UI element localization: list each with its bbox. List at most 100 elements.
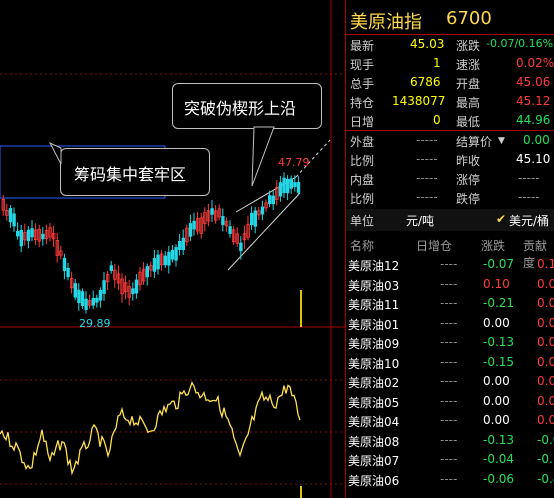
row-daily-add: ---- <box>440 257 458 271</box>
row-contribution: -0.0 <box>537 432 554 447</box>
quote-row-outer: 外盘 ----- 结算价 ▼ 0.00 <box>346 132 554 150</box>
row-name: 美原油08 <box>348 434 400 449</box>
candle-body <box>267 195 272 204</box>
unit-label: 单位 <box>350 214 375 228</box>
settle-dropdown-icon[interactable]: ▼ <box>498 136 505 146</box>
row-name: 美原油05 <box>348 395 400 410</box>
candle-body <box>77 289 81 304</box>
candle-body <box>66 267 70 278</box>
row-daily-add: ---- <box>440 335 458 349</box>
candle-body <box>30 228 34 238</box>
instrument-title: 美原油指 6700 <box>346 6 554 34</box>
candle-body <box>145 266 149 278</box>
row-contribution: 0.0 <box>537 374 554 388</box>
limit-up-value: ----- <box>518 171 540 185</box>
candle-body <box>73 283 77 298</box>
component-table-header: 名称 日增仓 涨跌 贡献度 <box>346 236 554 270</box>
candle-body <box>95 297 99 303</box>
table-row[interactable]: 美原油09 ---- -0.13 0.0 <box>346 333 554 352</box>
table-row[interactable]: 美原油03 ---- 0.10 0.0 <box>346 275 554 294</box>
quote-row-open-interest: 持仓 1438077 最高 45.12 <box>346 93 554 111</box>
kline-chart[interactable]: 29.89 47.79 <box>0 0 345 498</box>
row-daily-add: ---- <box>440 296 458 310</box>
high-value: 45.12 <box>516 94 551 108</box>
volume-now-value: 1 <box>433 56 441 70</box>
candle-body <box>84 298 88 311</box>
row-change: -0.07 <box>483 257 515 271</box>
unit-value[interactable]: 元/吨 <box>406 212 434 229</box>
row-daily-add: ---- <box>440 432 458 447</box>
row-name: 美原油07 <box>348 454 400 468</box>
candle-body <box>8 208 13 223</box>
checkmark-icon[interactable]: ✔ <box>496 212 506 226</box>
row-daily-add: ---- <box>440 354 458 369</box>
candle-body <box>156 254 160 270</box>
row-contribution: 0.0 <box>537 315 554 330</box>
table-row[interactable]: 美原油10 ---- -0.15 0.0 <box>346 353 554 372</box>
open-interest-value: 1438077 <box>392 94 446 108</box>
daily-add-label: 日增 <box>350 115 375 129</box>
candle-body <box>62 257 67 271</box>
table-row[interactable]: 美原油08 ---- -0.13 -0.0 <box>346 431 554 450</box>
settle-label[interactable]: 结算价 <box>456 133 492 150</box>
table-row[interactable]: 美原油02 ---- 0.00 0.0 <box>346 372 554 391</box>
candle-body <box>181 237 185 251</box>
change-value: -0.07/0.16% <box>486 37 554 50</box>
candle-body <box>91 297 95 306</box>
row-contribution: -0.4 <box>537 471 554 486</box>
open-label: 开盘 <box>456 77 481 91</box>
col-change[interactable]: 涨跌 <box>481 237 505 254</box>
table-row[interactable]: 美原油04 ---- 0.00 0.0 <box>346 411 554 430</box>
candle-body <box>19 230 23 247</box>
oscillator-line <box>0 380 301 476</box>
row-daily-add: ---- <box>440 315 458 330</box>
quote-panel: 美原油指 6700 最新 45.03 涨跌 -0.07/0.16% 现手 1 速… <box>345 0 554 498</box>
candle-body <box>98 290 103 301</box>
unit-alt-option[interactable]: 美元/桶 <box>509 212 549 229</box>
table-row[interactable]: 美原油12 ---- -0.07 0.1 <box>346 255 554 274</box>
limit-up-label: 涨停 <box>456 173 481 187</box>
table-row[interactable]: 美原油11 ---- -0.21 0.0 <box>346 294 554 313</box>
low-price-label: 29.89 <box>79 317 111 330</box>
col-daily-add[interactable]: 日增仓 <box>416 237 452 254</box>
table-row[interactable]: 美原油07 ---- -0.04 -0.1 <box>346 450 554 469</box>
quote-row-latest: 最新 45.03 涨跌 -0.07/0.16% <box>346 36 554 54</box>
candle-body <box>170 249 175 260</box>
volume-now-label: 现手 <box>350 58 375 72</box>
candle-body <box>174 247 178 261</box>
row-name: 美原油03 <box>348 278 400 293</box>
ratio2-label: 比例 <box>350 192 375 206</box>
prev-close-value: 45.10 <box>516 152 551 166</box>
row-change: -0.15 <box>483 354 515 369</box>
limit-down-value: ----- <box>518 190 540 204</box>
low-value: 44.96 <box>516 113 551 127</box>
candle-body <box>102 280 106 294</box>
row-contribution: 0.0 <box>537 354 554 369</box>
speed-label: 速涨 <box>456 58 481 72</box>
quote-row-ratio2: 比例 ----- 跌停 ----- <box>346 189 554 207</box>
candle-body <box>152 258 157 272</box>
row-contribution: 0.1 <box>537 257 554 271</box>
row-contribution: 0.0 <box>537 335 554 349</box>
row-daily-add: ---- <box>440 471 458 486</box>
table-row[interactable]: 美原油05 ---- 0.00 0.0 <box>346 392 554 411</box>
consolidation-callout-text: 筹码集中套牢区 <box>74 165 187 184</box>
table-row[interactable]: 美原油06 ---- -0.06 -0.4 <box>346 470 554 489</box>
breakout-callout-pointer <box>251 126 275 187</box>
row-contribution: 0.0 <box>537 413 554 427</box>
low-label: 最低 <box>456 115 481 129</box>
open-value: 45.06 <box>516 75 551 89</box>
high-label: 最高 <box>456 96 481 110</box>
candle-body <box>15 230 20 237</box>
row-daily-add: ---- <box>440 276 458 291</box>
row-name: 美原油02 <box>348 376 400 390</box>
candle-body <box>271 195 275 205</box>
breakout-callout: 突破伪楔形上沿 <box>172 83 322 129</box>
row-name: 美原油04 <box>348 415 400 429</box>
inner-value: ----- <box>416 171 438 185</box>
row-change: -0.06 <box>483 471 515 486</box>
row-daily-add: ---- <box>440 393 458 408</box>
table-row[interactable]: 美原油01 ---- 0.00 0.0 <box>346 314 554 333</box>
col-name[interactable]: 名称 <box>350 237 374 254</box>
total-volume-value: 6786 <box>410 75 441 89</box>
